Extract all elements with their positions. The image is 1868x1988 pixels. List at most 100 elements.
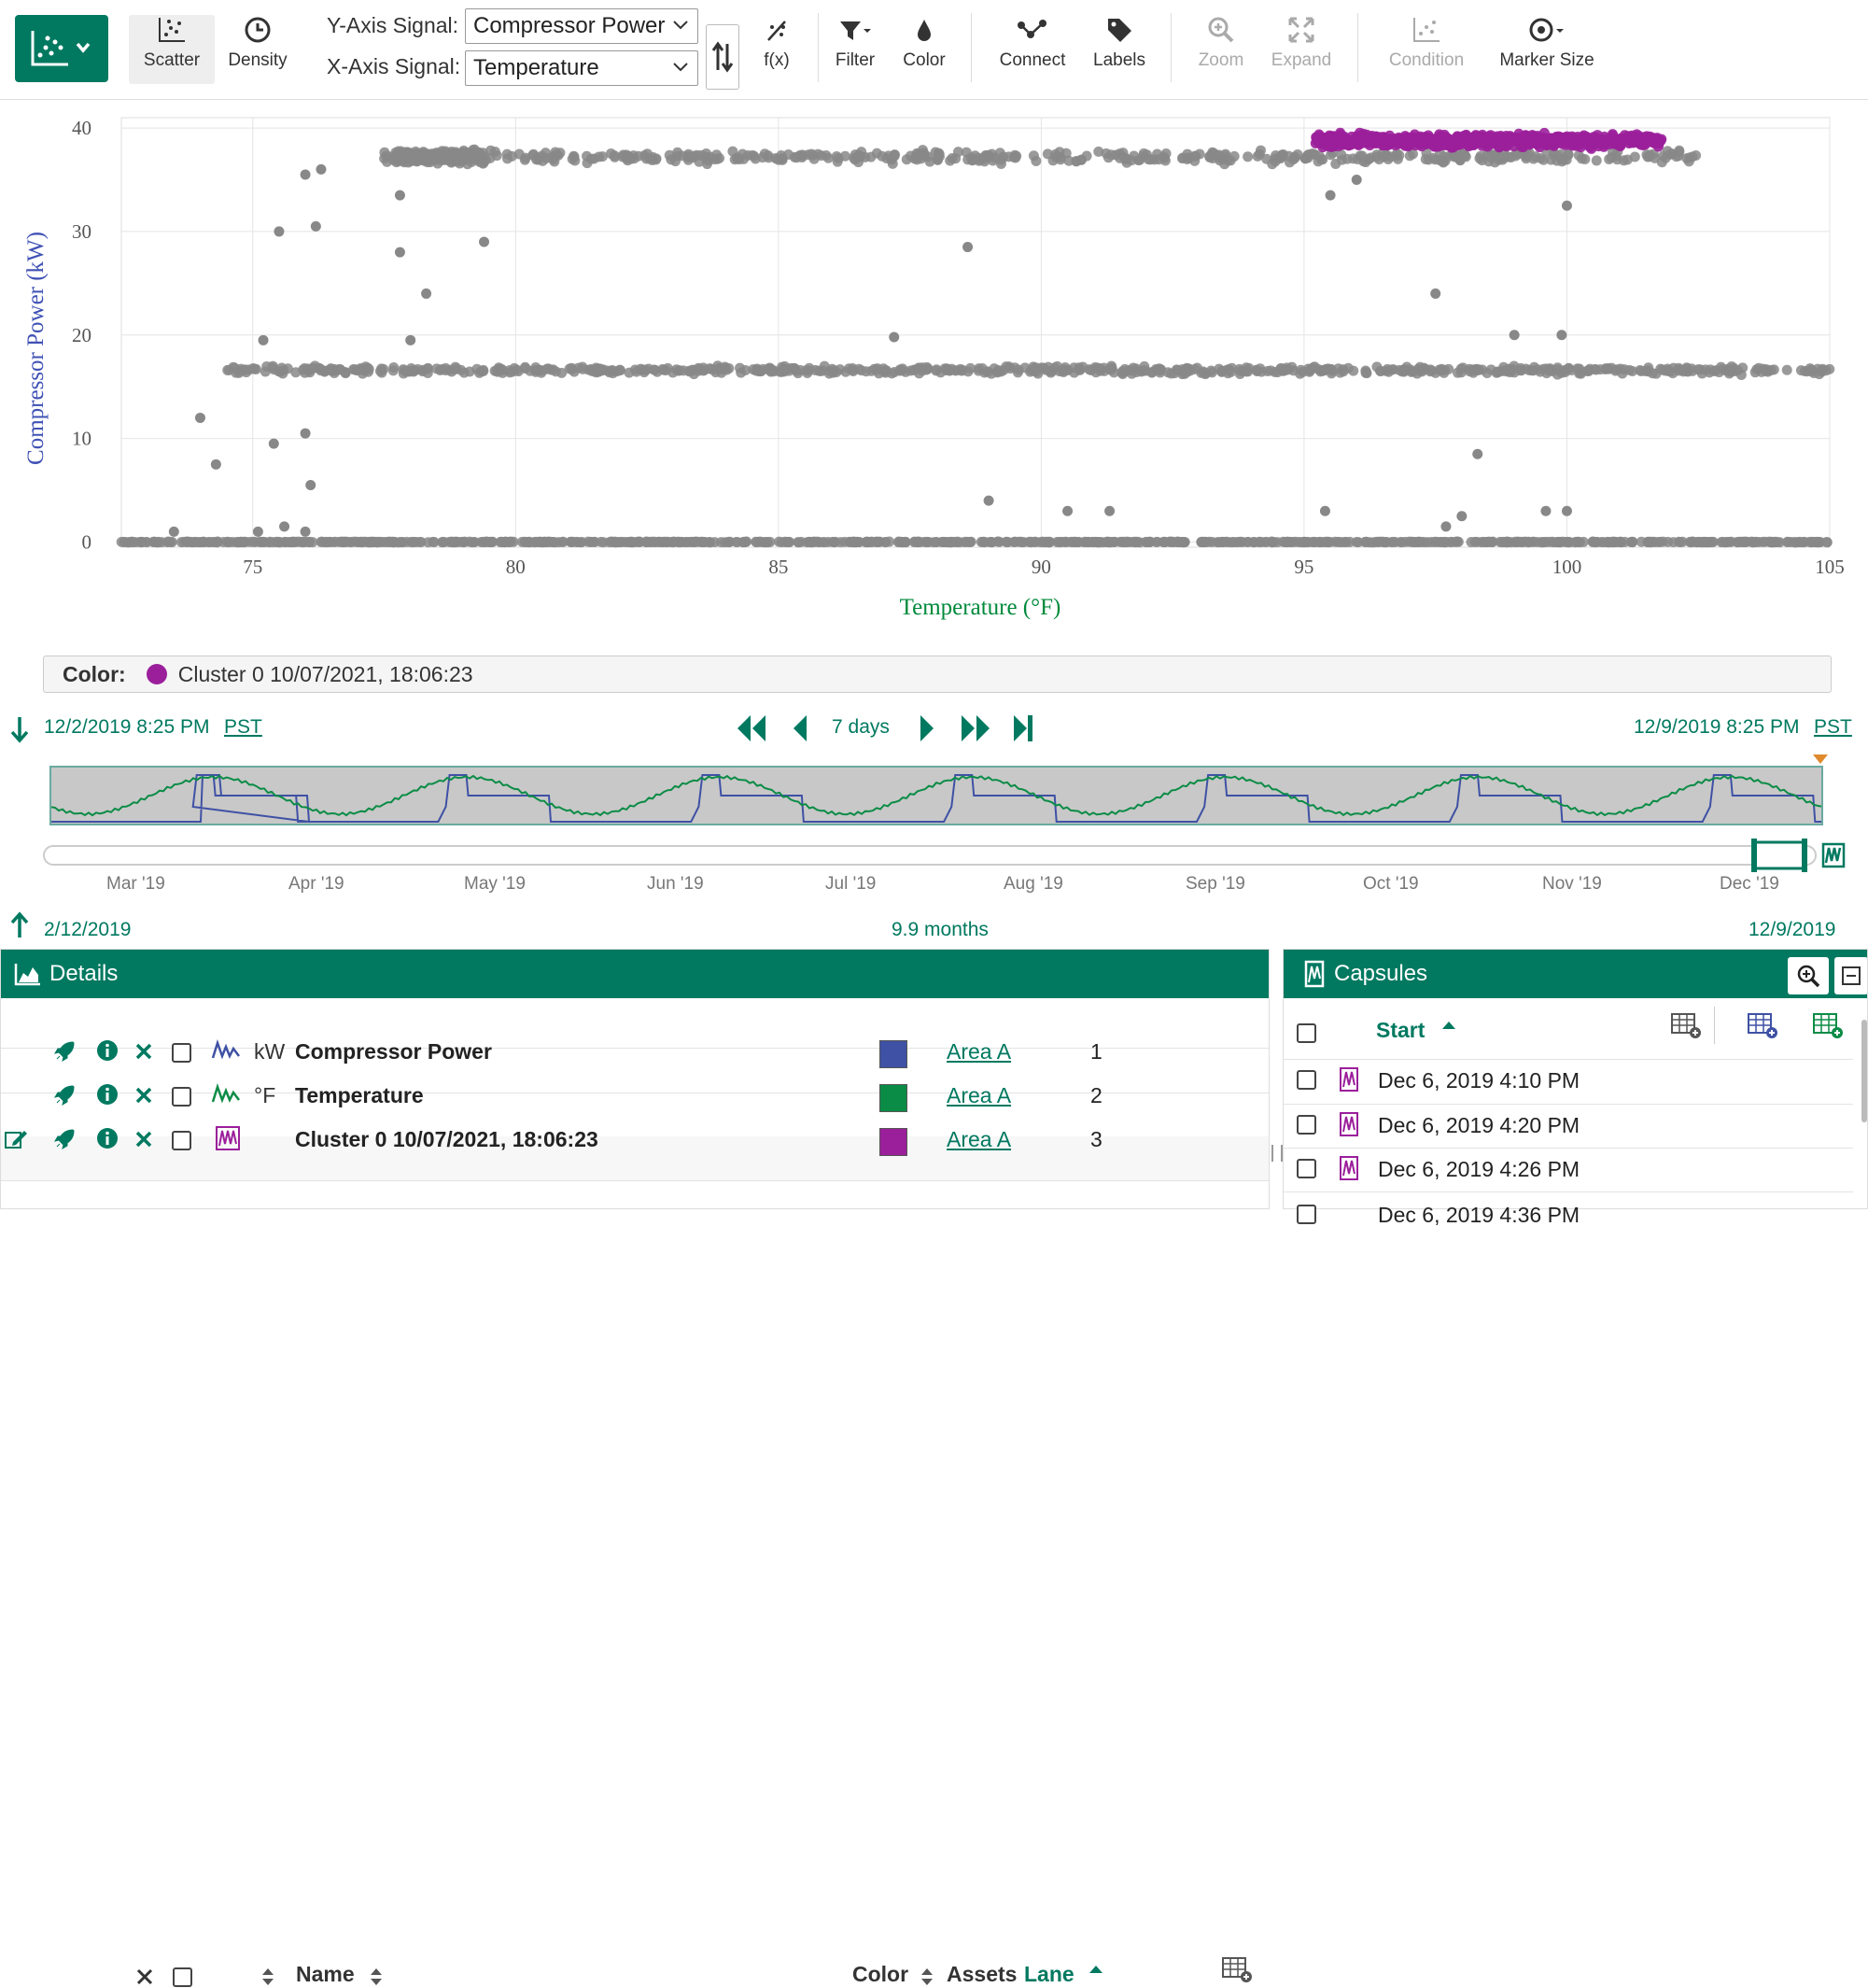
row-name[interactable]: Compressor Power	[295, 1039, 492, 1064]
sort-ascending-icon[interactable]	[1440, 1018, 1457, 1033]
investigate-range-slider[interactable]	[43, 845, 1817, 866]
display-duration[interactable]: 7 days	[832, 716, 890, 739]
table-add-green-icon[interactable]	[1811, 1010, 1845, 1040]
rocket-icon[interactable]	[52, 1039, 77, 1064]
info-icon[interactable]	[96, 1039, 119, 1062]
display-range-end[interactable]: 12/9/2019 8:25 PM	[1634, 716, 1799, 739]
capsule-start[interactable]: Dec 6, 2019 4:26 PM	[1378, 1157, 1580, 1182]
column-color-header[interactable]: Color	[852, 1962, 908, 1987]
capsules-scrollbar[interactable]	[1861, 1020, 1867, 1122]
capsule-checkbox[interactable]	[1297, 1205, 1316, 1224]
remove-icon[interactable]	[134, 1130, 153, 1149]
arrow-down-icon[interactable]	[9, 715, 30, 743]
table-add-icon[interactable]	[1220, 1954, 1254, 1984]
zoom-button[interactable]: Zoom	[1191, 9, 1251, 90]
investigate-range-start[interactable]: 2/12/2019	[44, 919, 131, 941]
row-asset-link[interactable]: Area A	[947, 1039, 1011, 1064]
labels-button[interactable]: Labels	[1087, 9, 1152, 90]
marker-size-button[interactable]: Marker Size	[1494, 9, 1600, 90]
panel-resize-handle[interactable]	[1271, 1145, 1283, 1162]
data-point	[1749, 367, 1761, 378]
row-asset-link[interactable]: Area A	[947, 1083, 1011, 1108]
details-title: Details	[49, 961, 119, 986]
display-range-start[interactable]: 12/2/2019 8:25 PM	[44, 716, 209, 739]
capsule-signal-icon[interactable]	[1820, 840, 1848, 870]
row-color-swatch[interactable]	[879, 1084, 907, 1112]
connect-button[interactable]: Connect	[993, 9, 1072, 90]
capsules-select-all-checkbox[interactable]	[1297, 1023, 1316, 1043]
scatter-plot[interactable]: 75 80 85 90 95 100 105 0 10 20 30 40 Temperature (°…	[0, 103, 1868, 635]
info-icon[interactable]	[96, 1127, 119, 1149]
column-start-header[interactable]: Start	[1376, 1018, 1425, 1043]
color-button[interactable]: Color	[896, 9, 952, 90]
data-point	[300, 526, 311, 537]
display-start-timezone[interactable]: PST	[224, 716, 262, 739]
sort-icon[interactable]	[260, 1966, 275, 1988]
data-point	[1440, 521, 1452, 532]
remove-icon[interactable]	[134, 1042, 153, 1061]
row-name[interactable]: Cluster 0 10/07/2021, 18:06:23	[295, 1127, 598, 1152]
capsule-checkbox[interactable]	[1297, 1115, 1316, 1135]
data-point	[1814, 369, 1825, 380]
step-back-icon[interactable]	[790, 712, 812, 745]
x-tick-label: 75	[243, 556, 262, 578]
x-tick-label: 100	[1552, 556, 1582, 578]
capsules-zoom-button[interactable]	[1788, 957, 1829, 994]
scatter-tab-content[interactable]: Scatter	[129, 9, 215, 90]
data-point	[1090, 367, 1102, 378]
display-end-timezone[interactable]: PST	[1814, 716, 1852, 739]
data-point	[848, 364, 859, 375]
expand-button[interactable]: Expand	[1266, 9, 1337, 90]
capsule-checkbox[interactable]	[1297, 1070, 1316, 1090]
y-axis-signal-select[interactable]: Compressor Power	[465, 8, 698, 44]
edit-icon[interactable]	[4, 1127, 28, 1151]
row-checkbox[interactable]	[172, 1087, 191, 1107]
table-add-blue-icon[interactable]	[1746, 1010, 1779, 1040]
rocket-icon[interactable]	[52, 1127, 77, 1151]
sort-icon[interactable]	[369, 1966, 384, 1988]
data-point	[1394, 149, 1405, 161]
row-color-swatch[interactable]	[879, 1128, 907, 1156]
column-name-header[interactable]: Name	[296, 1962, 355, 1987]
select-all-checkbox[interactable]	[173, 1967, 192, 1987]
step-back-full-icon[interactable]	[734, 712, 771, 745]
investigate-range-end[interactable]: 12/9/2019	[1749, 919, 1835, 941]
range-handle-icon[interactable]	[1749, 837, 1809, 874]
x-axis-signal-select[interactable]: Temperature	[465, 50, 698, 86]
step-forward-icon[interactable]	[915, 712, 937, 745]
row-checkbox[interactable]	[172, 1043, 191, 1063]
remove-all-icon[interactable]	[135, 1967, 154, 1986]
info-icon[interactable]	[96, 1083, 119, 1106]
sort-icon[interactable]	[920, 1966, 934, 1988]
capsules-minimize-button[interactable]	[1834, 957, 1867, 994]
filter-button[interactable]: Filter	[825, 9, 885, 90]
view-type-dropdown[interactable]	[15, 15, 108, 82]
condition-button[interactable]: Condition	[1382, 9, 1471, 90]
jump-to-end-icon[interactable]	[1010, 712, 1036, 745]
capsule-start[interactable]: Dec 6, 2019 4:20 PM	[1378, 1113, 1580, 1138]
row-checkbox[interactable]	[172, 1131, 191, 1150]
tab-density[interactable]: Density	[218, 9, 297, 90]
data-point	[1450, 536, 1461, 547]
data-point	[567, 537, 578, 548]
data-point	[314, 362, 325, 374]
column-lane-header[interactable]: Lane	[1024, 1962, 1074, 1987]
rocket-icon[interactable]	[52, 1083, 77, 1107]
display-range-trend-preview[interactable]	[49, 766, 1868, 825]
capsule-start[interactable]: Dec 6, 2019 4:36 PM	[1378, 1203, 1580, 1228]
investigate-duration[interactable]: 9.9 months	[892, 919, 989, 941]
row-color-swatch[interactable]	[879, 1040, 907, 1068]
capsule-start[interactable]: Dec 6, 2019 4:10 PM	[1378, 1068, 1580, 1093]
swap-axes-button[interactable]	[706, 24, 739, 90]
sort-ascending-icon[interactable]	[1088, 1962, 1104, 1977]
step-forward-full-icon[interactable]	[956, 712, 993, 745]
data-point	[1590, 363, 1601, 374]
arrow-up-icon[interactable]	[9, 911, 30, 939]
remove-icon[interactable]	[134, 1086, 153, 1105]
table-add-icon[interactable]	[1669, 1010, 1703, 1040]
capsule-checkbox[interactable]	[1297, 1159, 1316, 1178]
column-assets-header[interactable]: Assets	[947, 1962, 1017, 1987]
formula-button[interactable]: f(x)	[752, 9, 801, 90]
row-name[interactable]: Temperature	[295, 1083, 424, 1108]
row-asset-link[interactable]: Area A	[947, 1127, 1011, 1152]
